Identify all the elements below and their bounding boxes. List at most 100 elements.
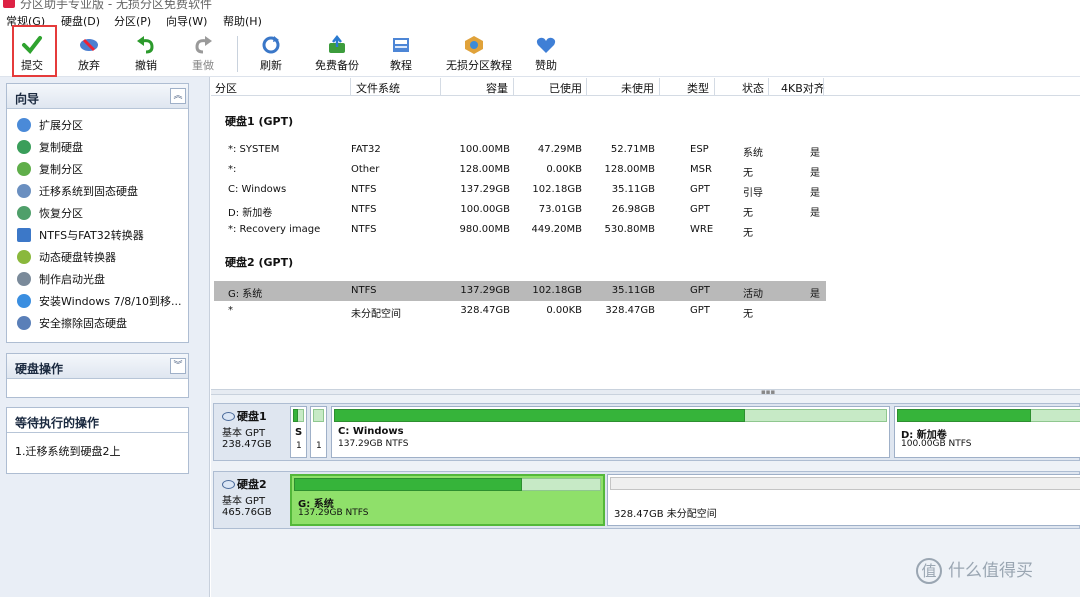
usage-bar (610, 477, 1080, 490)
partition-block-c[interactable]: C: Windows 137.29GB NTFS (331, 406, 890, 458)
usage-fill (897, 409, 1031, 422)
partition-block-unallocated[interactable]: 328.47GB 未分配空间 (607, 474, 1080, 526)
boot-disc-icon (17, 272, 31, 286)
heart-icon (536, 37, 556, 53)
usage-fill (334, 409, 745, 422)
col-free[interactable]: 未使用 (621, 80, 654, 96)
menu-wizard[interactable]: 向导(W) (166, 13, 207, 29)
disk2-group-title: 硬盘2 (GPT) (225, 256, 294, 269)
disk-icon (222, 480, 235, 489)
col-separator (768, 78, 769, 95)
left-sidebar: 向导 ︽ 扩展分区 复制硬盘 复制分区 迁移系统到固态硬盘 恢复分区 NTFS与… (0, 77, 210, 597)
partition-row-selected[interactable]: G: 系统 NTFS 137.29GB 102.18GB 35.11GB GPT 活动是 (214, 281, 826, 301)
redo-button[interactable]: 重做 (175, 35, 231, 75)
usage-fill (293, 409, 298, 422)
migrate-os-icon (17, 184, 31, 198)
watermark: 值什么值得买 (916, 556, 1033, 584)
col-separator (513, 78, 514, 95)
recover-partition-icon (17, 206, 31, 220)
sponsor-button[interactable]: 赞助 (518, 35, 574, 75)
secure-erase-icon (17, 316, 31, 330)
menu-partition[interactable]: 分区(P) (114, 13, 151, 29)
wizard-item-migrate-os[interactable]: 迁移系统到固态硬盘 (17, 183, 138, 203)
wizard-item-boot-disc[interactable]: 制作启动光盘 (17, 271, 105, 291)
copy-partition-icon (17, 162, 31, 176)
toolbar: 提交 放弃 撤销 重做 刷新 免费备份 教程 无损分区教程 赞助 (0, 31, 1080, 77)
wizard-panel-title: 向导 (15, 92, 40, 106)
copy-disk-icon (17, 140, 31, 154)
dynamic-disk-icon (17, 250, 31, 264)
wizard-item-recover-partition[interactable]: 恢复分区 (17, 205, 83, 225)
tutorial-button[interactable]: 教程 (373, 35, 429, 75)
disk-icon (222, 412, 235, 421)
wizard-panel: 向导 ︽ 扩展分区 复制硬盘 复制分区 迁移系统到固态硬盘 恢复分区 NTFS与… (6, 83, 189, 343)
redo-icon (195, 36, 212, 54)
toolbar-separator (237, 36, 238, 72)
title-bar: 分区助手专业版 - 无损分区免费软件 (0, 0, 1080, 10)
partition-block[interactable]: 1 (310, 406, 327, 458)
col-status[interactable]: 状态 (742, 80, 764, 96)
undo-button[interactable]: 撤销 (118, 35, 174, 75)
col-separator (659, 78, 660, 95)
wizard-item-copy-disk[interactable]: 复制硬盘 (17, 139, 83, 159)
submit-highlight-box (12, 25, 57, 77)
partition-row[interactable]: D: 新加卷 NTFS 100.00GB 73.01GB 26.98GB GPT 无是 (214, 200, 826, 220)
col-align[interactable]: 4KB对齐 (781, 80, 825, 96)
partition-row[interactable]: C: Windows NTFS 137.29GB 102.18GB 35.11GB GPT… (214, 180, 826, 200)
partition-row[interactable]: * 未分配空间 328.47GB 0.00KB 328.47GB GPT 无 (214, 301, 826, 321)
partition-tutorial-button[interactable]: 无损分区教程 (446, 35, 512, 75)
disk1-group-title: 硬盘1 (GPT) (225, 115, 294, 128)
extend-partition-icon (17, 118, 31, 132)
wizard-item-extend-partition[interactable]: 扩展分区 (17, 117, 83, 137)
pending-ops-title: 等待执行的操作 (15, 416, 100, 430)
wizard-item-copy-partition[interactable]: 复制分区 (17, 161, 83, 181)
tutorial-icon (393, 38, 409, 52)
partition-tutorial-icon (465, 36, 483, 54)
col-type[interactable]: 类型 (687, 80, 709, 96)
ntfs-fat32-icon (17, 228, 31, 242)
disk2-bar[interactable]: 硬盘2 基本 GPT 465.76GB G: 系统 137.29GB NTFS … (213, 471, 1080, 529)
partition-block-g-selected[interactable]: G: 系统 137.29GB NTFS (290, 474, 605, 526)
col-separator (714, 78, 715, 95)
free-backup-button[interactable]: 免费备份 (309, 35, 365, 75)
undo-icon (137, 36, 154, 54)
col-capacity[interactable]: 容量 (486, 80, 508, 96)
disk-ops-header: 硬盘操作 ︾ (7, 354, 188, 379)
col-separator (440, 78, 441, 95)
wizard-item-dynamic-disk[interactable]: 动态硬盘转换器 (17, 249, 116, 269)
refresh-icon (262, 36, 280, 54)
col-filesystem[interactable]: 文件系统 (356, 80, 400, 96)
partition-row[interactable]: *: Recovery image NTFS 980.00MB 449.20MB 530… (214, 220, 826, 240)
main-area: 分区 文件系统 容量 已使用 未使用 类型 状态 4KB对齐 硬盘1 (GPT)… (211, 77, 1080, 597)
disk-ops-title: 硬盘操作 (15, 362, 64, 376)
usage-bar (313, 409, 324, 422)
pending-ops-header: 等待执行的操作 (7, 408, 188, 433)
wizard-panel-header: 向导 ︽ (7, 84, 188, 109)
pending-ops-panel: 等待执行的操作 1.迁移系统到硬盘2上 (6, 407, 189, 474)
windows-icon (17, 294, 31, 308)
col-used[interactable]: 已使用 (549, 80, 582, 96)
partition-block[interactable]: S 1 (290, 406, 307, 458)
expand-down-icon[interactable]: ︾ (170, 358, 186, 374)
wizard-item-install-windows[interactable]: 安装Windows 7/8/10到移... (17, 293, 182, 313)
window-title: 分区助手专业版 - 无损分区免费软件 (20, 0, 212, 10)
disk1-info: 硬盘1 基本 GPT 238.47GB (222, 410, 272, 450)
col-separator (823, 78, 824, 95)
partition-block-d[interactable]: D: 新加卷 100.00GB NTFS (894, 406, 1080, 458)
disk1-bar[interactable]: 硬盘1 基本 GPT 238.47GB S 1 1 C: Windows 137… (213, 403, 1080, 461)
menu-disk[interactable]: 硬盘(D) (61, 13, 100, 29)
menu-bar: 常规(G) 硬盘(D) 分区(P) 向导(W) 帮助(H) (0, 10, 1080, 31)
partition-table-header: 分区 文件系统 容量 已使用 未使用 类型 状态 4KB对齐 (211, 77, 1080, 96)
partition-row[interactable]: *: SYSTEM FAT32 100.00MB 47.29MB 52.71MB ESP 系… (214, 140, 826, 160)
disk2-info: 硬盘2 基本 GPT 465.76GB (222, 478, 272, 518)
col-separator (586, 78, 587, 95)
collapse-up-icon[interactable]: ︽ (170, 88, 186, 104)
col-partition[interactable]: 分区 (215, 80, 237, 96)
wizard-item-ntfs-fat32[interactable]: NTFS与FAT32转换器 (17, 227, 144, 247)
discard-button[interactable]: 放弃 (61, 35, 117, 75)
pending-op-item[interactable]: 1.迁移系统到硬盘2上 (15, 443, 121, 459)
menu-help[interactable]: 帮助(H) (223, 13, 262, 29)
refresh-button[interactable]: 刷新 (243, 35, 299, 75)
wizard-item-secure-erase[interactable]: 安全擦除固态硬盘 (17, 315, 127, 335)
partition-row[interactable]: *: Other 128.00MB 0.00KB 128.00MB MSR 无是 (214, 160, 826, 180)
